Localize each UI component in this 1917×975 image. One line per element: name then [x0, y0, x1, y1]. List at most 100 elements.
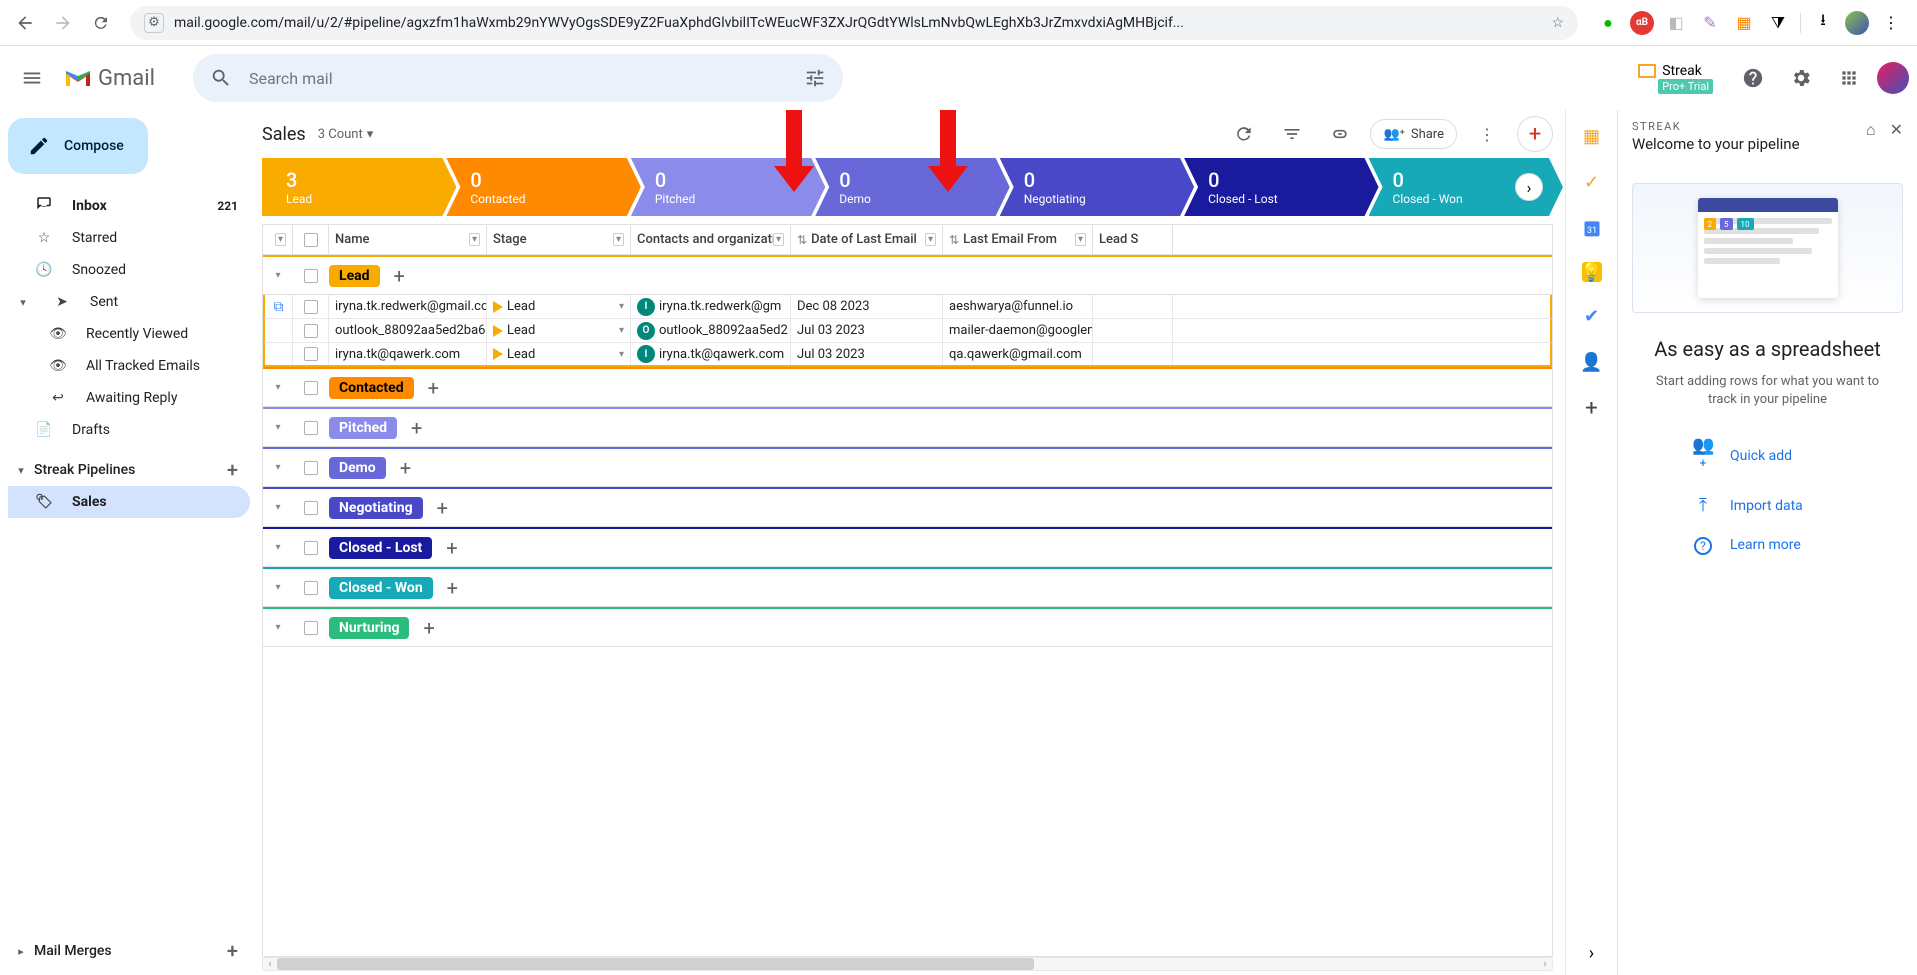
search-box[interactable]: [193, 54, 843, 102]
cell-name[interactable]: outlook_88092aa5ed2ba6: [329, 319, 487, 342]
rail-keep-icon[interactable]: 💡: [1582, 262, 1602, 282]
header-from[interactable]: ⇅Last Email From▾: [943, 225, 1093, 254]
group-add-button[interactable]: +: [423, 616, 434, 640]
group-row-nurturing[interactable]: ▾Nurturing+: [263, 607, 1552, 647]
nav-item-all-tracked-emails[interactable]: 👁All Tracked Emails: [8, 350, 250, 382]
group-add-button[interactable]: +: [447, 576, 458, 600]
filter-button[interactable]: [1274, 116, 1310, 152]
cell-leadsource[interactable]: [1093, 295, 1173, 318]
refresh-button[interactable]: [1226, 116, 1262, 152]
help-icon[interactable]: [1733, 58, 1773, 98]
ext-icon-1[interactable]: ●: [1596, 11, 1620, 35]
cell-contacts[interactable]: Ooutlook_88092aa5ed2: [631, 319, 791, 342]
group-row-contacted[interactable]: ▾Contacted+: [263, 367, 1552, 407]
panel-action-learn-more[interactable]: ?Learn more: [1632, 534, 1903, 555]
site-settings-icon[interactable]: ⚙: [144, 13, 164, 33]
profile-avatar-icon[interactable]: [1845, 11, 1869, 35]
add-pipeline-button[interactable]: +: [227, 458, 238, 482]
downloads-icon[interactable]: ⭳: [1811, 11, 1835, 35]
group-add-button[interactable]: +: [428, 376, 439, 400]
header-contacts[interactable]: Contacts and organizations▾: [631, 225, 791, 254]
row-action[interactable]: [265, 343, 293, 365]
account-avatar[interactable]: [1877, 62, 1909, 94]
header-name[interactable]: Name▾: [329, 225, 487, 254]
group-checkbox[interactable]: [293, 269, 329, 283]
row-action[interactable]: ⧉: [265, 295, 293, 318]
mail-merges-section[interactable]: ▸ Mail Merges +: [8, 935, 250, 967]
funnel-stage-closed-lost[interactable]: 0Closed - Lost: [1184, 158, 1378, 216]
nav-item-sent[interactable]: ▾➤Sent: [8, 286, 250, 318]
group-checkbox[interactable]: [293, 461, 329, 475]
add-box-button[interactable]: +: [1517, 116, 1553, 152]
funnel-scroll-right[interactable]: ›: [1515, 173, 1543, 201]
group-row-closed-lost[interactable]: ▾Closed - Lost+: [263, 527, 1552, 567]
nav-item-inbox[interactable]: Inbox221: [8, 190, 250, 222]
ext-icon-5[interactable]: ▦: [1732, 11, 1756, 35]
group-add-button[interactable]: +: [400, 456, 411, 480]
nav-item-awaiting-reply[interactable]: ↩Awaiting Reply: [8, 382, 250, 414]
panel-action-quick-add[interactable]: 👥⁺Quick add: [1632, 435, 1903, 477]
table-row[interactable]: iryna.tk@qawerk.comLead▾Iiryna.tk@qawerk…: [263, 343, 1552, 367]
settings-icon[interactable]: [1781, 58, 1821, 98]
header-caret[interactable]: ▾: [263, 225, 293, 254]
header-date[interactable]: ⇅Date of Last Email▾: [791, 225, 943, 254]
bookmark-icon[interactable]: ☆: [1551, 15, 1564, 31]
add-merge-button[interactable]: +: [227, 939, 238, 963]
cell-leadsource[interactable]: [1093, 343, 1173, 365]
nav-item-snoozed[interactable]: 🕓Snoozed: [8, 254, 250, 286]
nav-item-starred[interactable]: ☆Starred: [8, 222, 250, 254]
chevron-down-icon[interactable]: ▾: [263, 462, 293, 473]
chevron-down-icon[interactable]: ▾: [263, 422, 293, 433]
extensions-menu-icon[interactable]: ⧩: [1766, 11, 1790, 35]
search-input[interactable]: [241, 69, 795, 88]
group-add-button[interactable]: +: [446, 536, 457, 560]
group-add-button[interactable]: +: [437, 496, 448, 520]
header-leadsource[interactable]: Lead S: [1093, 225, 1173, 254]
row-action[interactable]: [265, 319, 293, 342]
main-menu-button[interactable]: [8, 54, 56, 102]
funnel-stage-lead[interactable]: 3Lead: [262, 158, 456, 216]
ext-icon-3[interactable]: ◧: [1664, 11, 1688, 35]
cell-leadsource[interactable]: [1093, 319, 1173, 342]
ext-icon-4[interactable]: ✎: [1698, 11, 1722, 35]
apps-icon[interactable]: [1829, 58, 1869, 98]
popout-icon[interactable]: ⧉: [274, 299, 284, 315]
scroll-right-icon[interactable]: ›: [1538, 959, 1552, 970]
chevron-down-icon[interactable]: ▾: [263, 382, 293, 393]
group-row-lead[interactable]: ▾Lead+: [263, 255, 1552, 295]
pipeline-item-sales[interactable]: 🏷 Sales: [8, 486, 250, 518]
pipelines-section-header[interactable]: ▾ Streak Pipelines +: [8, 454, 250, 486]
row-checkbox[interactable]: [293, 319, 329, 342]
chevron-down-icon[interactable]: ▾: [263, 622, 293, 633]
table-row[interactable]: ⧉iryna.tk.redwerk@gmail.comLead▾Iiryna.t…: [263, 295, 1552, 319]
gmail-logo[interactable]: Gmail: [64, 66, 155, 91]
horizontal-scrollbar[interactable]: ‹ ›: [262, 957, 1553, 971]
cell-name[interactable]: iryna.tk@qawerk.com: [329, 343, 487, 365]
cell-contacts[interactable]: Iiryna.tk.redwerk@gm: [631, 295, 791, 318]
scroll-thumb[interactable]: [277, 958, 1034, 970]
rail-calendar-icon[interactable]: 31: [1580, 216, 1604, 240]
rail-streak-icon[interactable]: ▦: [1580, 124, 1604, 148]
funnel-stage-demo[interactable]: 0Demo: [815, 158, 1009, 216]
group-checkbox[interactable]: [293, 421, 329, 435]
panel-action-import-data[interactable]: ⤒Import data: [1632, 495, 1903, 516]
group-checkbox[interactable]: [293, 621, 329, 635]
link-button[interactable]: [1322, 116, 1358, 152]
share-button[interactable]: 👥⁺ Share: [1370, 119, 1457, 149]
count-selector[interactable]: 3 Count ▾: [318, 127, 374, 142]
funnel-stage-contacted[interactable]: 0Contacted: [446, 158, 640, 216]
cell-stage[interactable]: Lead▾: [487, 319, 631, 342]
group-row-pitched[interactable]: ▾Pitched+: [263, 407, 1552, 447]
rail-add-icon[interactable]: +: [1580, 396, 1604, 420]
compose-button[interactable]: Compose: [8, 118, 148, 174]
group-add-button[interactable]: +: [394, 264, 405, 288]
rail-contacts-icon[interactable]: 👤: [1580, 350, 1604, 374]
nav-item-drafts[interactable]: 📄Drafts: [8, 414, 250, 446]
header-check[interactable]: [293, 225, 329, 254]
group-checkbox[interactable]: [293, 541, 329, 555]
forward-button[interactable]: [46, 6, 80, 40]
scroll-left-icon[interactable]: ‹: [263, 959, 277, 970]
chevron-down-icon[interactable]: ▾: [263, 542, 293, 553]
cell-stage[interactable]: Lead▾: [487, 343, 631, 365]
search-options-icon[interactable]: [795, 58, 835, 98]
